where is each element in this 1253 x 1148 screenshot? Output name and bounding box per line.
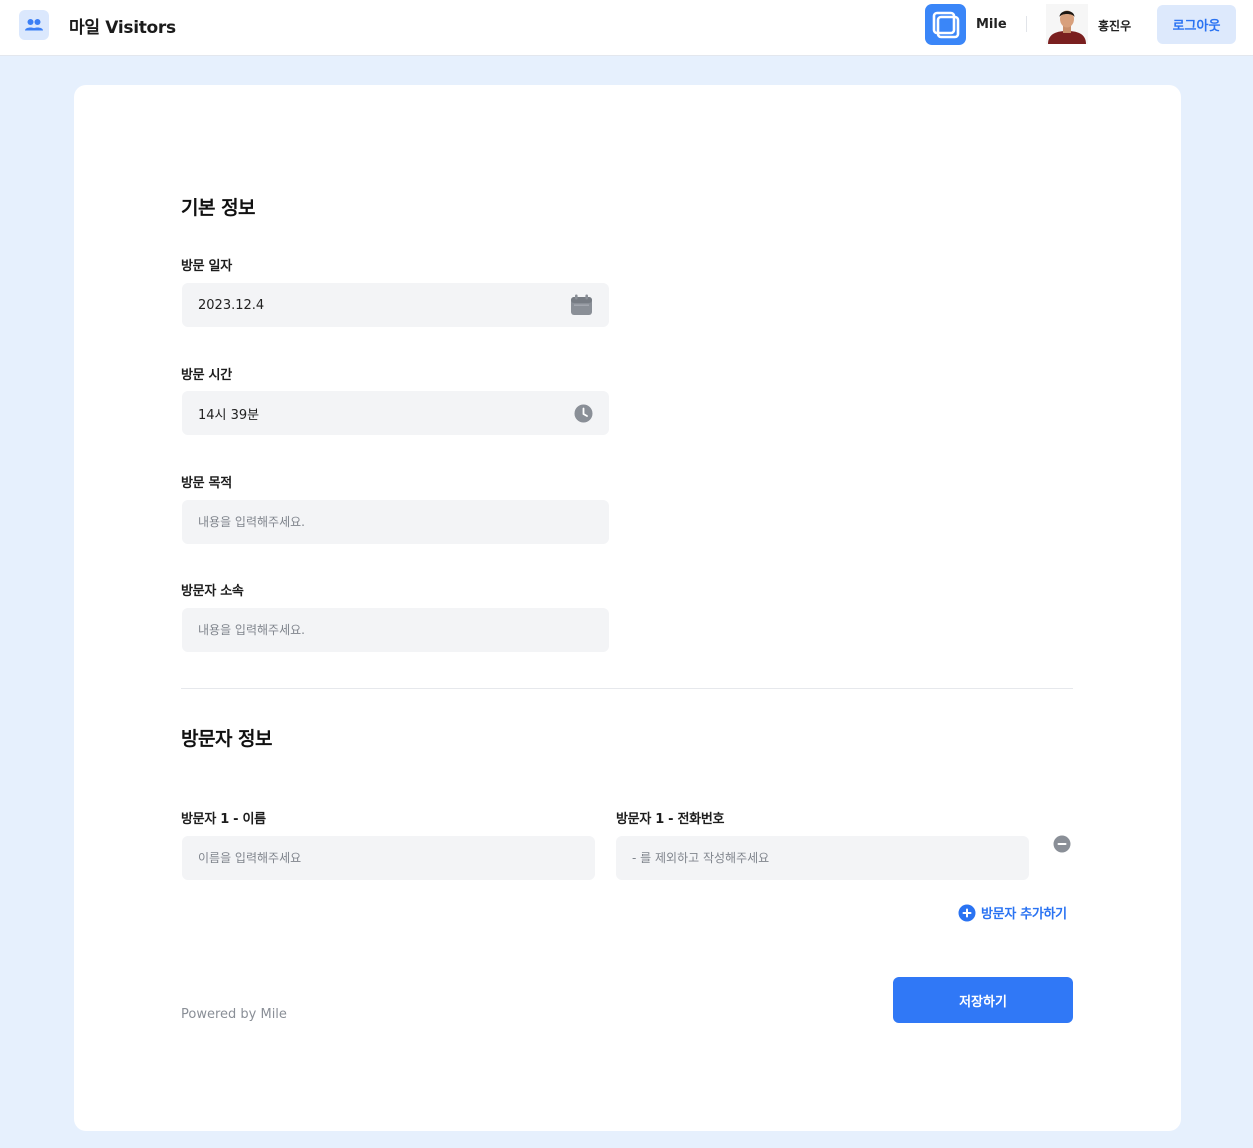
header-divider	[1026, 16, 1027, 32]
visitor-form-card: 기본 정보 방문 일자 2023.12.4 방문 시간 14시 39분 방문 목…	[74, 85, 1181, 1131]
visit-purpose-field[interactable]	[182, 500, 609, 544]
calendar-icon[interactable]	[570, 294, 593, 320]
visitor-affiliation-field[interactable]	[182, 608, 609, 652]
visitor-phone-field[interactable]	[616, 836, 1029, 880]
visit-time-field[interactable]: 14시 39분	[182, 391, 609, 435]
visitor-affiliation-input[interactable]	[198, 623, 593, 637]
visit-time-label: 방문 시간	[181, 368, 232, 383]
visit-date-label: 방문 일자	[181, 259, 232, 274]
user-name: 홍진우	[1098, 19, 1132, 33]
visit-purpose-label: 방문 목적	[181, 476, 232, 491]
save-button[interactable]: 저장하기	[893, 977, 1073, 1023]
powered-by: Powered by Mile	[181, 1007, 287, 1022]
visit-purpose-input[interactable]	[198, 515, 593, 529]
mile-logo-icon[interactable]	[925, 4, 966, 45]
section-title-visitor-info: 방문자 정보	[181, 728, 273, 750]
section-title-basic-info: 기본 정보	[181, 197, 256, 219]
visit-date-field[interactable]: 2023.12.4	[182, 283, 609, 327]
clock-icon[interactable]	[574, 404, 593, 427]
visitor-phone-input[interactable]	[632, 851, 1013, 865]
logout-button[interactable]: 로그아웃	[1157, 5, 1236, 44]
visit-time-value: 14시 39분	[198, 407, 260, 423]
avatar[interactable]	[1046, 4, 1088, 44]
add-visitor-label: 방문자 추가하기	[981, 907, 1067, 922]
top-bar: 마일 Visitors Mile 홍진우 로그아웃	[0, 0, 1253, 56]
section-divider	[181, 688, 1073, 689]
add-visitor-button[interactable]: 방문자 추가하기	[958, 903, 1067, 922]
visitor-affiliation-label: 방문자 소속	[181, 584, 244, 599]
remove-visitor-icon[interactable]	[1053, 835, 1071, 853]
visitor-name-field[interactable]	[182, 836, 595, 880]
app-title: 마일 Visitors	[69, 18, 176, 38]
people-icon	[19, 10, 49, 40]
visitor-name-input[interactable]	[198, 851, 579, 865]
visit-date-value: 2023.12.4	[198, 297, 265, 313]
visitor-name-label: 방문자 1 - 이름	[181, 812, 266, 827]
plus-circle-icon	[958, 904, 976, 921]
org-name: Mile	[976, 17, 1007, 32]
visitor-phone-label: 방문자 1 - 전화번호	[616, 812, 725, 827]
